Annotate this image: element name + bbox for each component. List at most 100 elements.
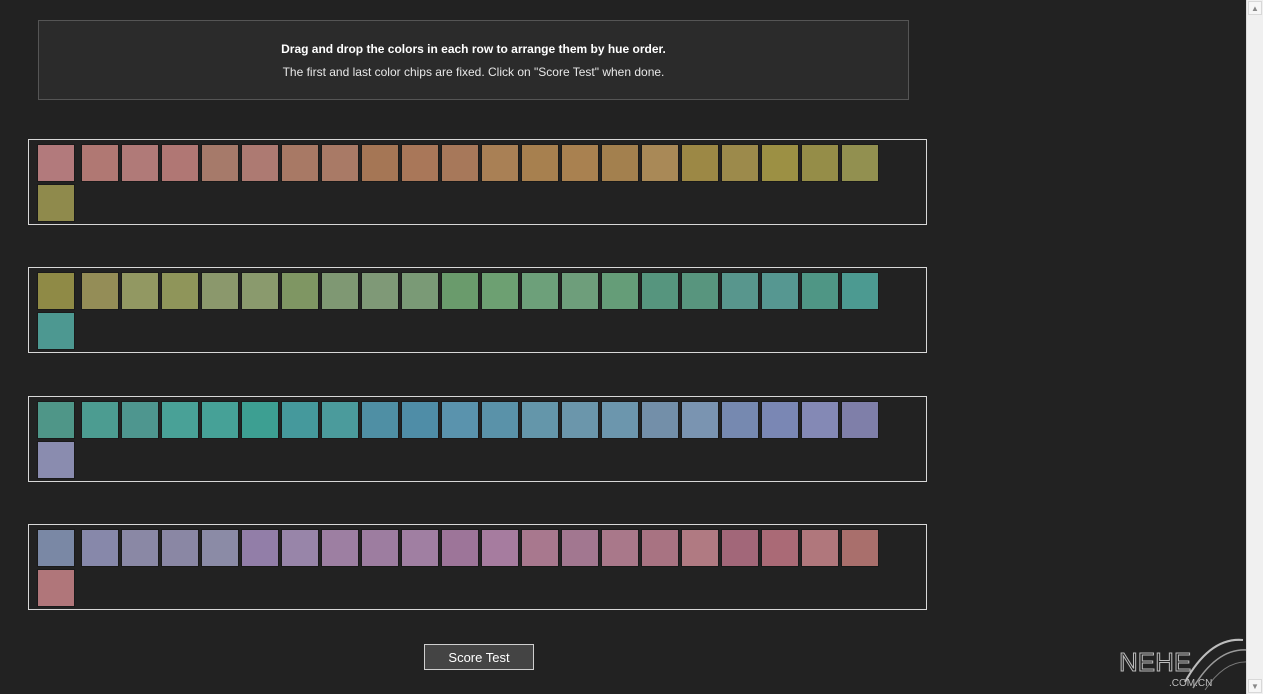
color-chip[interactable]: [801, 144, 839, 182]
color-chip[interactable]: [241, 529, 279, 567]
color-row-3: [28, 396, 927, 482]
color-chip[interactable]: [521, 529, 559, 567]
color-chip[interactable]: [721, 401, 759, 439]
instructions-subtitle: The first and last color chips are fixed…: [282, 65, 665, 79]
logo-domain-text: .COM.CN: [1169, 678, 1212, 689]
color-chip[interactable]: [521, 401, 559, 439]
color-chip[interactable]: [681, 401, 719, 439]
test-page: Drag and drop the colors in each row to …: [0, 0, 1250, 694]
fixed-start-chip: [37, 272, 75, 310]
color-chip[interactable]: [601, 144, 639, 182]
color-chip[interactable]: [241, 272, 279, 310]
color-chip[interactable]: [441, 272, 479, 310]
color-chip[interactable]: [761, 529, 799, 567]
logo-brand-text: NEHE: [1119, 647, 1191, 677]
color-chip[interactable]: [441, 144, 479, 182]
color-chip[interactable]: [641, 272, 679, 310]
instructions-panel: Drag and drop the colors in each row to …: [38, 20, 909, 100]
color-chip[interactable]: [281, 401, 319, 439]
color-chip[interactable]: [481, 529, 519, 567]
color-chip[interactable]: [801, 401, 839, 439]
color-chip[interactable]: [321, 529, 359, 567]
color-chip[interactable]: [761, 401, 799, 439]
color-chip[interactable]: [441, 529, 479, 567]
color-chip[interactable]: [841, 144, 879, 182]
color-chip[interactable]: [561, 529, 599, 567]
color-chip[interactable]: [481, 401, 519, 439]
color-chip[interactable]: [361, 144, 399, 182]
color-chip[interactable]: [201, 272, 239, 310]
color-chip[interactable]: [641, 144, 679, 182]
chevron-down-icon[interactable]: ▼: [1248, 679, 1262, 693]
color-chip[interactable]: [361, 529, 399, 567]
color-chip[interactable]: [281, 529, 319, 567]
fixed-start-chip: [37, 529, 75, 567]
color-chip[interactable]: [281, 272, 319, 310]
color-chip[interactable]: [401, 401, 439, 439]
color-chip[interactable]: [721, 144, 759, 182]
fixed-start-chip: [37, 401, 75, 439]
color-chip[interactable]: [641, 529, 679, 567]
color-chip[interactable]: [121, 144, 159, 182]
color-chip[interactable]: [601, 401, 639, 439]
color-chip[interactable]: [561, 144, 599, 182]
color-chip[interactable]: [601, 529, 639, 567]
color-chip[interactable]: [81, 144, 119, 182]
fixed-end-chip: [37, 441, 75, 479]
color-chip[interactable]: [201, 401, 239, 439]
color-chip[interactable]: [401, 272, 439, 310]
fixed-start-chip: [37, 144, 75, 182]
color-row-2: [28, 267, 927, 353]
color-chip[interactable]: [121, 272, 159, 310]
chevron-up-icon[interactable]: ▲: [1248, 1, 1262, 15]
color-chip[interactable]: [121, 529, 159, 567]
color-chip[interactable]: [841, 401, 879, 439]
color-chip[interactable]: [321, 401, 359, 439]
color-chip[interactable]: [161, 529, 199, 567]
color-chip[interactable]: [761, 144, 799, 182]
color-chip[interactable]: [81, 529, 119, 567]
color-chip[interactable]: [801, 529, 839, 567]
color-chip[interactable]: [161, 144, 199, 182]
vertical-scrollbar[interactable]: ▲ ▼: [1246, 0, 1263, 694]
color-chip[interactable]: [401, 529, 439, 567]
color-chip[interactable]: [841, 529, 879, 567]
color-chip[interactable]: [441, 401, 479, 439]
color-chip[interactable]: [841, 272, 879, 310]
color-chip[interactable]: [481, 144, 519, 182]
color-chip[interactable]: [121, 401, 159, 439]
color-chip[interactable]: [161, 272, 199, 310]
color-chip[interactable]: [521, 144, 559, 182]
instructions-title: Drag and drop the colors in each row to …: [281, 42, 666, 56]
color-chip[interactable]: [161, 401, 199, 439]
color-chip[interactable]: [601, 272, 639, 310]
color-chip[interactable]: [561, 401, 599, 439]
color-chip[interactable]: [321, 144, 359, 182]
color-chip[interactable]: [641, 401, 679, 439]
color-chip[interactable]: [681, 272, 719, 310]
score-test-button[interactable]: Score Test: [424, 644, 534, 670]
color-chip[interactable]: [81, 401, 119, 439]
color-chip[interactable]: [361, 272, 399, 310]
color-chip[interactable]: [241, 144, 279, 182]
color-chip[interactable]: [201, 529, 239, 567]
color-chip[interactable]: [241, 401, 279, 439]
color-chip[interactable]: [721, 272, 759, 310]
color-chip[interactable]: [201, 144, 239, 182]
color-chip[interactable]: [81, 272, 119, 310]
color-row-4: [28, 524, 927, 610]
color-chip[interactable]: [681, 144, 719, 182]
color-chip[interactable]: [801, 272, 839, 310]
color-chip[interactable]: [481, 272, 519, 310]
color-chip[interactable]: [281, 144, 319, 182]
color-chip[interactable]: [561, 272, 599, 310]
color-chip[interactable]: [721, 529, 759, 567]
color-row-1: [28, 139, 927, 225]
color-chip[interactable]: [321, 272, 359, 310]
color-chip[interactable]: [361, 401, 399, 439]
color-chip[interactable]: [521, 272, 559, 310]
color-chip[interactable]: [681, 529, 719, 567]
color-chip[interactable]: [761, 272, 799, 310]
fixed-end-chip: [37, 569, 75, 607]
color-chip[interactable]: [401, 144, 439, 182]
